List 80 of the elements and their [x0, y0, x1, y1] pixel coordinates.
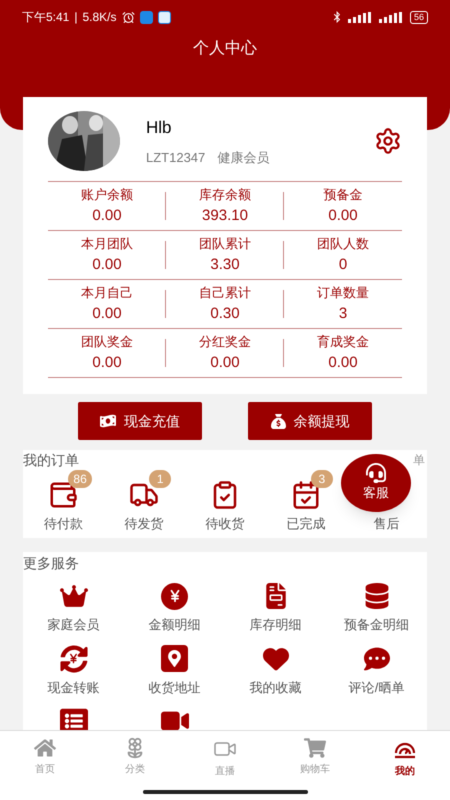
status-time: 下午5:41 — [22, 9, 70, 26]
service-label: 收货地址 — [148, 678, 200, 696]
stat-label: 本月自己 — [81, 284, 133, 302]
chat-bubble-icon — [364, 646, 390, 672]
order-status-label[interactable]: 待收货 — [205, 514, 244, 534]
section-title: 我的订单 — [23, 450, 79, 470]
home-icon — [34, 737, 56, 759]
customer-service-button[interactable]: 客服 — [341, 454, 411, 512]
stat-value: 0 — [338, 255, 348, 275]
service-item[interactable]: 金额明细 — [124, 582, 225, 634]
heart-icon — [262, 646, 288, 672]
status-separator: | — [74, 9, 78, 26]
member-level: 健康会员 — [217, 149, 270, 167]
yen-exchange-icon — [60, 644, 88, 672]
service-label: 预备金明细 — [344, 616, 409, 634]
section-title: 更多服务 — [23, 554, 80, 573]
stat-label: 团队人数 — [317, 235, 369, 253]
stat-value: 0.00 — [210, 353, 240, 373]
withdraw-button[interactable]: 余额提现 — [248, 402, 372, 440]
stat-value: 0.00 — [92, 353, 122, 373]
page-title: 个人中心 — [193, 38, 257, 59]
service-label: 现金转账 — [48, 678, 100, 696]
user-name: Hlb — [146, 116, 173, 138]
order-status-label[interactable]: 已完成 — [286, 514, 326, 534]
coin-stack-icon — [364, 583, 390, 609]
stat-value: 0.00 — [92, 255, 122, 275]
count-badge: 3 — [310, 470, 333, 488]
service-label: 我的收藏 — [250, 678, 302, 696]
headset-icon — [366, 463, 386, 484]
location-pin-icon — [161, 645, 188, 672]
tab-item[interactable]: 我的 — [360, 737, 450, 790]
service-item[interactable]: 库存明细 — [225, 582, 326, 634]
network-speed: 5.8K/s — [82, 9, 117, 26]
service-label: 金额明细 — [148, 616, 200, 634]
service-label: 家庭会员 — [48, 616, 100, 634]
signal-icon — [378, 12, 405, 22]
stat-value: 0.00 — [328, 353, 358, 373]
stat-value: 3.30 — [210, 255, 240, 275]
alarm-icon — [122, 10, 135, 24]
member-id: LZT12347 — [146, 149, 206, 167]
battery-indicator: 56 — [410, 10, 428, 24]
calendar-check-icon — [290, 480, 321, 510]
stat-value: 0.00 — [92, 304, 122, 324]
service-item[interactable]: 收货地址 — [124, 644, 225, 697]
service-item[interactable]: 评论/晒单 — [326, 644, 427, 697]
service-item[interactable]: 家庭会员 — [23, 582, 124, 634]
signal-icon — [348, 12, 374, 22]
stat-label: 团队奖金 — [81, 333, 133, 351]
cash-icon — [100, 413, 116, 429]
order-status-label[interactable]: 待付款 — [44, 514, 83, 534]
stat-label: 本月团队 — [81, 235, 133, 253]
stat-label: 团队累计 — [199, 235, 251, 253]
service-item[interactable]: 我的收藏 — [225, 644, 326, 697]
service-label: 评论/晒单 — [348, 678, 404, 696]
stat-label: 分红奖金 — [199, 333, 251, 351]
crown-icon — [60, 582, 88, 610]
stat-label: 自己累计 — [199, 284, 251, 302]
recharge-button[interactable]: 现金充值 — [78, 402, 202, 440]
stat-value: 3 — [338, 304, 348, 324]
service-item[interactable]: 现金转账 — [23, 644, 124, 697]
settings-button[interactable] — [374, 127, 402, 155]
form-icon — [60, 707, 88, 730]
stat-label: 预备金 — [324, 186, 362, 204]
stat-label: 育成奖金 — [317, 333, 369, 351]
service-label: 库存明细 — [250, 616, 302, 634]
order-status-label[interactable]: 待发货 — [124, 514, 164, 534]
stat-value: 0.00 — [92, 206, 122, 226]
stat-value: 0.30 — [210, 304, 240, 324]
stat-label: 账户余额 — [81, 186, 133, 204]
stat-value: 393.10 — [202, 206, 248, 226]
stat-label: 库存余额 — [199, 186, 251, 204]
cart-icon — [304, 737, 326, 759]
count-badge: 86 — [68, 470, 92, 488]
count-badge: 1 — [149, 470, 172, 488]
order-status-label[interactable]: 售后 — [374, 514, 400, 534]
service-item[interactable]: 预备金明细 — [326, 582, 427, 634]
yen-coin-icon — [161, 582, 188, 610]
money-bag-icon — [270, 414, 286, 428]
stat-value: 0.00 — [328, 206, 358, 226]
stat-label: 订单数量 — [317, 284, 369, 302]
